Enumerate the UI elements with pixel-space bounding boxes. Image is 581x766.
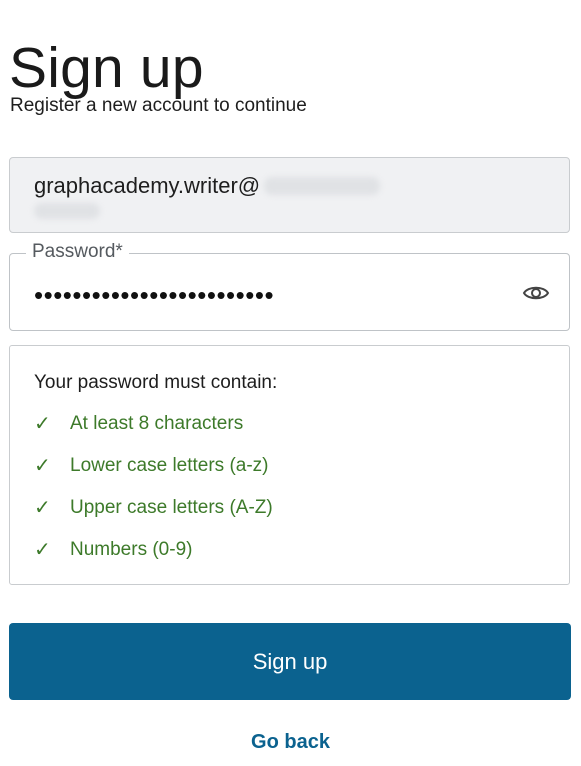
password-requirements: Your password must contain: ✓ At least 8… — [9, 345, 570, 585]
requirement-label: Upper case letters (A-Z) — [70, 497, 273, 518]
requirement-label: At least 8 characters — [70, 413, 244, 434]
email-value: graphacademy.writer@ — [34, 172, 381, 200]
check-icon: ✓ — [34, 539, 51, 561]
requirement-item: ✓ Lower case letters (a-z) — [34, 454, 273, 496]
go-back-link[interactable]: Go back — [0, 729, 581, 755]
password-field[interactable]: Password* ••••••••••••••••••••••••• — [9, 240, 570, 331]
email-field[interactable]: graphacademy.writer@ — [9, 157, 570, 233]
requirement-label: Lower case letters (a-z) — [70, 455, 269, 476]
requirement-item: ✓ At least 8 characters — [34, 412, 273, 454]
password-masked-value: ••••••••••••••••••••••••• — [34, 280, 275, 310]
redacted-email-tld — [34, 203, 100, 219]
requirements-list: ✓ At least 8 characters ✓ Lower case let… — [34, 412, 273, 580]
requirement-item: ✓ Upper case letters (A-Z) — [34, 496, 273, 538]
show-password-button[interactable] — [521, 278, 551, 308]
email-visible-text: graphacademy.writer@ — [34, 173, 261, 198]
redacted-email-domain — [264, 177, 381, 195]
check-icon: ✓ — [34, 455, 51, 477]
password-label: Password* — [26, 240, 129, 264]
requirement-item: ✓ Numbers (0-9) — [34, 538, 273, 580]
page-subtitle: Register a new account to continue — [10, 95, 307, 116]
requirement-label: Numbers (0-9) — [70, 539, 193, 560]
eye-icon — [522, 286, 550, 300]
check-icon: ✓ — [34, 497, 51, 519]
check-icon: ✓ — [34, 413, 51, 435]
sign-up-button[interactable]: Sign up — [9, 623, 571, 700]
requirements-heading: Your password must contain: — [34, 372, 278, 393]
signup-page: Sign up Register a new account to contin… — [0, 0, 581, 766]
